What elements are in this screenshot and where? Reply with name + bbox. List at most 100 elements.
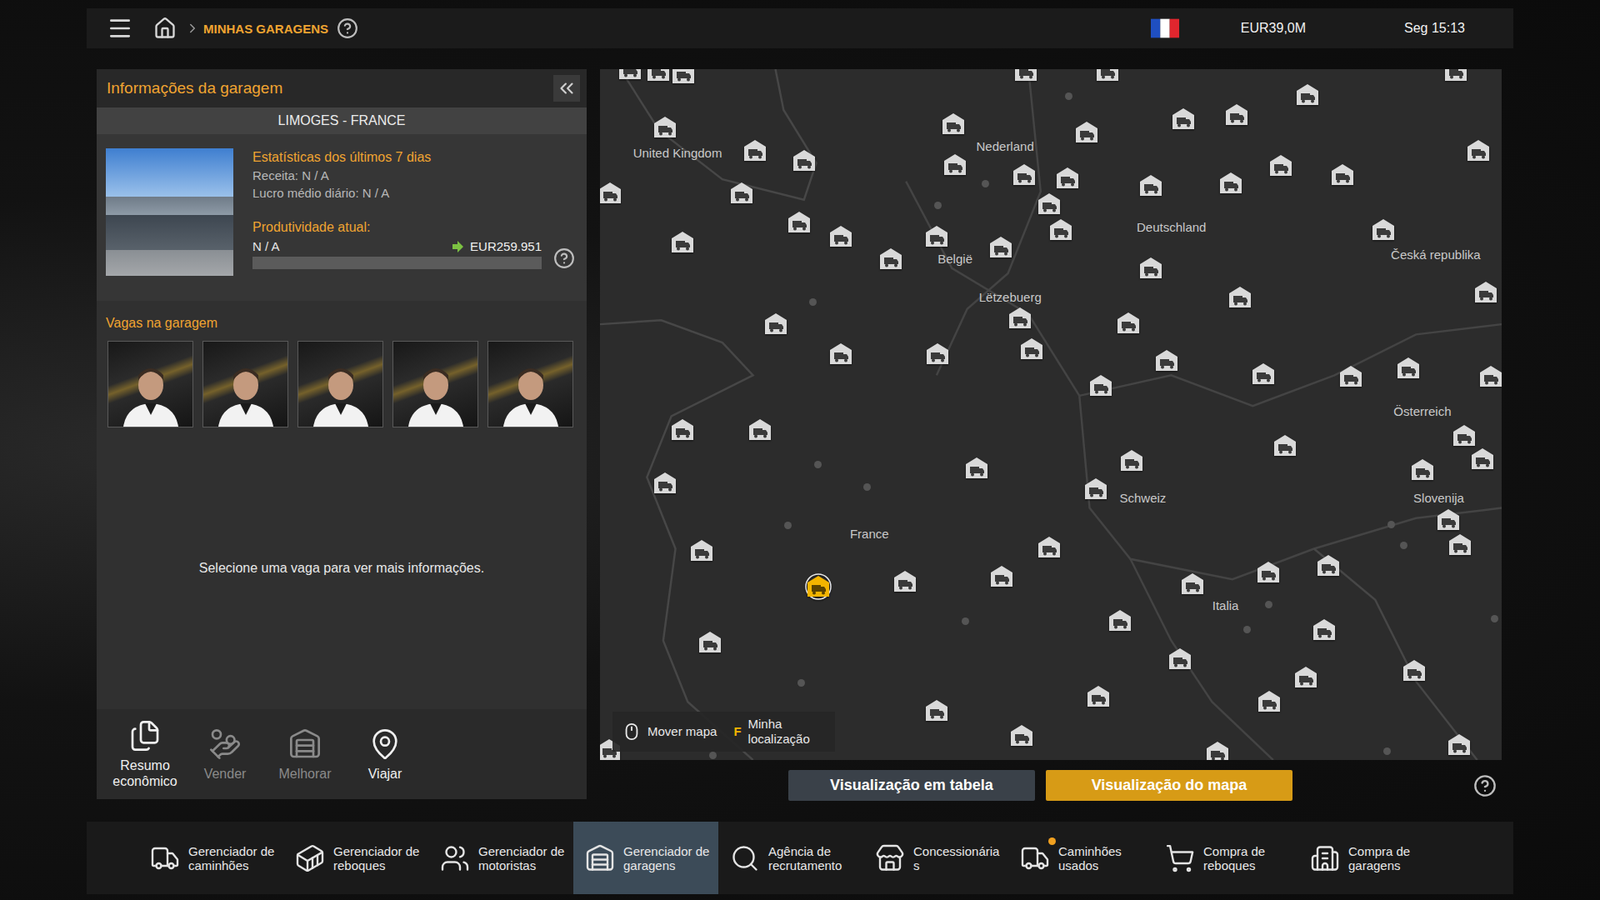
garage-pin[interactable] bbox=[651, 114, 679, 141]
garage-pin[interactable] bbox=[728, 180, 755, 207]
garage-pin[interactable] bbox=[1450, 422, 1478, 450]
garage-pin[interactable] bbox=[1267, 152, 1295, 180]
garage-pin[interactable] bbox=[1073, 119, 1100, 146]
garage-pin[interactable] bbox=[877, 245, 905, 273]
garage-pin[interactable] bbox=[1170, 105, 1197, 133]
slot-card[interactable] bbox=[107, 340, 194, 428]
slot-card[interactable] bbox=[297, 340, 384, 428]
garage-pin[interactable] bbox=[1477, 363, 1502, 390]
garage-pin[interactable] bbox=[1465, 137, 1492, 165]
garage-pin[interactable] bbox=[645, 69, 672, 85]
collapse-button[interactable] bbox=[553, 75, 580, 102]
garage-pin[interactable] bbox=[1292, 664, 1320, 691]
garage-pin[interactable] bbox=[741, 137, 769, 165]
garage-pin[interactable] bbox=[891, 568, 919, 595]
garage-pin[interactable] bbox=[785, 209, 813, 236]
garage-pin[interactable] bbox=[924, 340, 951, 368]
toolbar-item[interactable]: Gerenciador de reboques bbox=[283, 821, 429, 895]
garage-pin[interactable] bbox=[1054, 165, 1081, 192]
garage-pin[interactable] bbox=[1012, 69, 1040, 85]
garage-pin[interactable] bbox=[1271, 432, 1299, 460]
garage-pin[interactable] bbox=[1223, 101, 1250, 129]
garage-pin[interactable] bbox=[1094, 69, 1121, 85]
garage-pin[interactable] bbox=[1018, 335, 1045, 363]
menu-button[interactable] bbox=[106, 15, 134, 42]
slot-card[interactable] bbox=[392, 340, 479, 428]
garage-pin[interactable] bbox=[1310, 616, 1338, 644]
garage-pin[interactable] bbox=[1315, 552, 1342, 580]
garage-pin[interactable] bbox=[1085, 683, 1112, 710]
garage-pin[interactable] bbox=[669, 416, 696, 444]
garage-pin[interactable] bbox=[1395, 355, 1422, 382]
garage-pin[interactable] bbox=[1153, 347, 1180, 375]
garage-pin[interactable] bbox=[1035, 190, 1063, 218]
map-control[interactable]: Mover mapa bbox=[622, 722, 717, 741]
garage-pin[interactable] bbox=[827, 340, 855, 368]
garage-pin[interactable] bbox=[669, 229, 696, 256]
garage-pin[interactable] bbox=[1008, 722, 1035, 750]
garage-pin[interactable] bbox=[688, 537, 715, 565]
view-button[interactable]: Visualização do mapa bbox=[1045, 770, 1293, 801]
garage-pin[interactable] bbox=[1255, 688, 1283, 715]
garage-pin[interactable] bbox=[1166, 645, 1194, 673]
garage-pin[interactable] bbox=[941, 151, 969, 179]
garage-pin[interactable] bbox=[1006, 305, 1034, 332]
toolbar-item[interactable]: Compra de garagens bbox=[1298, 821, 1444, 895]
garage-pin[interactable] bbox=[1409, 456, 1436, 484]
garage-pin[interactable] bbox=[600, 180, 624, 207]
garage-pin[interactable] bbox=[1035, 534, 1063, 561]
garage-pin[interactable] bbox=[1087, 372, 1115, 400]
garage-pin[interactable] bbox=[1435, 506, 1462, 534]
garage-pin[interactable] bbox=[1400, 657, 1428, 685]
garage-pin[interactable] bbox=[696, 629, 724, 656]
garage-pin[interactable] bbox=[987, 234, 1015, 261]
map[interactable]: United KingdomNederlandDeutschlandBelgië… bbox=[600, 69, 1502, 760]
garage-pin[interactable] bbox=[1445, 731, 1473, 759]
action-button[interactable]: Viajar bbox=[345, 727, 425, 782]
garage-pin[interactable] bbox=[923, 223, 950, 250]
toolbar-item[interactable]: Gerenciador de garagens bbox=[573, 821, 719, 895]
action-button[interactable]: Resumo econômico bbox=[105, 719, 185, 790]
garage-pin[interactable] bbox=[1118, 447, 1145, 475]
garage-pin[interactable] bbox=[1469, 445, 1496, 473]
garage-pin[interactable] bbox=[805, 573, 832, 600]
toolbar-item[interactable]: Gerenciador de motoristas bbox=[428, 821, 574, 895]
garage-pin[interactable] bbox=[1446, 531, 1474, 559]
garage-pin[interactable] bbox=[1217, 170, 1245, 197]
map-help-button[interactable] bbox=[1473, 774, 1497, 798]
slot-card[interactable] bbox=[487, 340, 574, 428]
garage-pin[interactable] bbox=[1082, 475, 1110, 503]
garage-pin[interactable] bbox=[1137, 172, 1165, 200]
garage-pin[interactable] bbox=[616, 69, 644, 83]
garage-pin[interactable] bbox=[1472, 279, 1500, 306]
garage-pin[interactable] bbox=[1255, 559, 1282, 586]
toolbar-item[interactable]: Gerenciador de caminhões bbox=[138, 821, 284, 895]
garage-pin[interactable] bbox=[1204, 739, 1231, 760]
garage-pin[interactable] bbox=[1010, 161, 1038, 189]
productivity-help-button[interactable] bbox=[553, 247, 575, 270]
garage-pin[interactable] bbox=[1137, 255, 1165, 282]
garage-pin[interactable] bbox=[1329, 161, 1356, 189]
garage-pin[interactable] bbox=[1442, 69, 1470, 85]
slot-card[interactable] bbox=[202, 340, 289, 428]
garage-pin[interactable] bbox=[670, 69, 697, 87]
garage-pin[interactable] bbox=[940, 110, 967, 138]
garage-pin[interactable] bbox=[923, 697, 950, 725]
toolbar-item[interactable]: Agência de recrutamento bbox=[718, 821, 864, 895]
toolbar-item[interactable]: Concessionárias bbox=[863, 821, 1009, 895]
garage-pin[interactable] bbox=[1226, 284, 1254, 311]
garage-pin[interactable] bbox=[1179, 570, 1206, 598]
map-control[interactable]: FMinha localização bbox=[733, 716, 823, 747]
garage-pin[interactable] bbox=[827, 223, 855, 250]
garage-pin[interactable] bbox=[1115, 310, 1142, 337]
toolbar-item[interactable]: Compra de reboques bbox=[1153, 821, 1299, 895]
help-button[interactable] bbox=[336, 17, 359, 40]
garage-pin[interactable] bbox=[963, 455, 990, 482]
garage-pin[interactable] bbox=[1294, 81, 1321, 109]
garage-pin[interactable] bbox=[1337, 363, 1365, 390]
garage-pin[interactable] bbox=[790, 147, 818, 175]
home-button[interactable] bbox=[153, 16, 177, 40]
garage-pin[interactable] bbox=[1370, 216, 1397, 244]
garage-pin[interactable] bbox=[746, 416, 774, 444]
garage-pin[interactable] bbox=[1250, 360, 1277, 388]
